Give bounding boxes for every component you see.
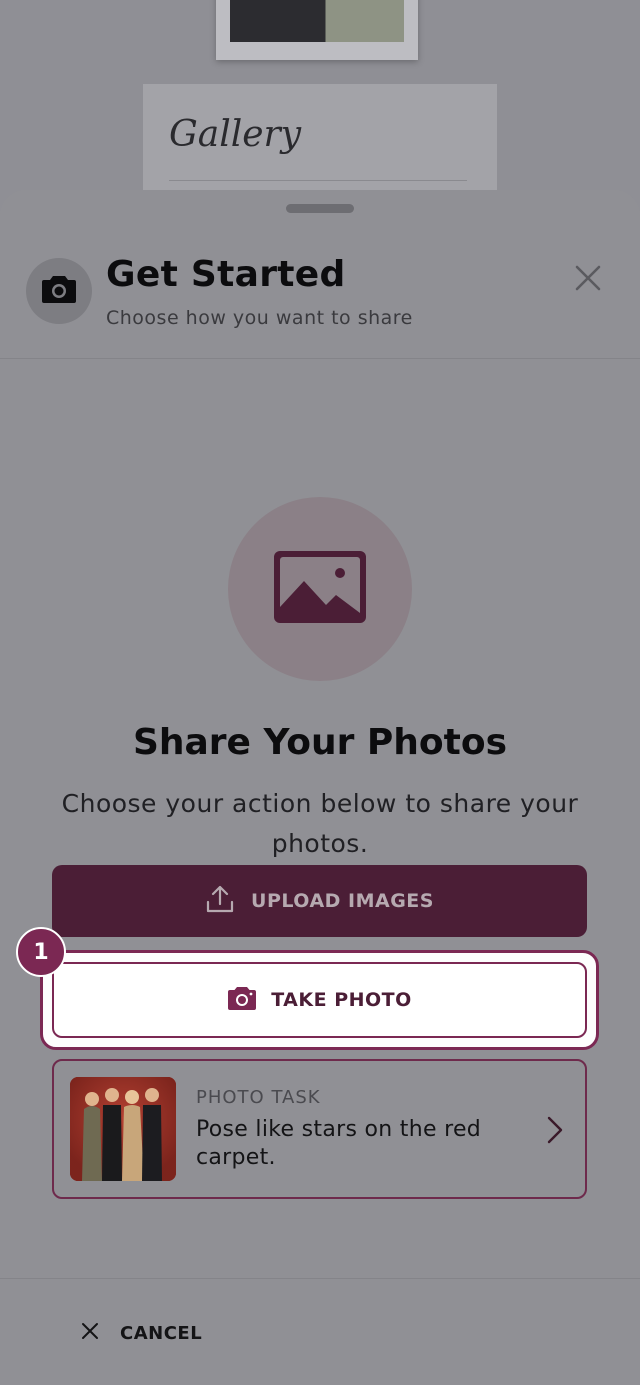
footer-divider [0, 1278, 640, 1279]
sheet-drag-handle[interactable] [286, 204, 354, 213]
close-icon [575, 265, 601, 295]
chevron-right-icon [540, 1114, 568, 1146]
hero-title: Share Your Photos [132, 722, 508, 763]
camera-icon [227, 985, 257, 1015]
cancel-button[interactable]: CANCEL [80, 1318, 202, 1348]
get-started-sheet: Get Started Choose how you want to share… [0, 190, 640, 1385]
upload-images-label: UPLOAD IMAGES [251, 890, 434, 912]
camera-icon [41, 274, 77, 308]
background-photo [216, 0, 418, 60]
image-icon [274, 551, 366, 627]
hero-illustration [228, 497, 412, 681]
step-number-badge: 1 [16, 927, 66, 977]
upload-images-button[interactable]: UPLOAD IMAGES [52, 865, 587, 937]
take-photo-label: TAKE PHOTO [271, 989, 412, 1011]
take-photo-button[interactable]: TAKE PHOTO [52, 962, 587, 1038]
header-icon-badge [26, 258, 92, 324]
close-icon [80, 1321, 100, 1345]
background-gallery-title: Gallery [169, 114, 302, 155]
photo-task-card[interactable]: PHOTO TASK Pose like stars on the red ca… [52, 1059, 587, 1199]
sheet-subtitle: Choose how you want to share [106, 307, 413, 329]
photo-task-thumbnail [70, 1077, 176, 1181]
header-divider [0, 358, 640, 359]
close-button[interactable] [568, 260, 608, 300]
photo-task-kicker: PHOTO TASK [196, 1087, 321, 1108]
cancel-label: CANCEL [120, 1322, 203, 1344]
sheet-title: Get Started [106, 254, 346, 295]
photo-task-text: Pose like stars on the red carpet. [196, 1117, 482, 1170]
upload-icon [205, 884, 235, 918]
hero-description: Choose your action below to share your p… [61, 789, 579, 858]
